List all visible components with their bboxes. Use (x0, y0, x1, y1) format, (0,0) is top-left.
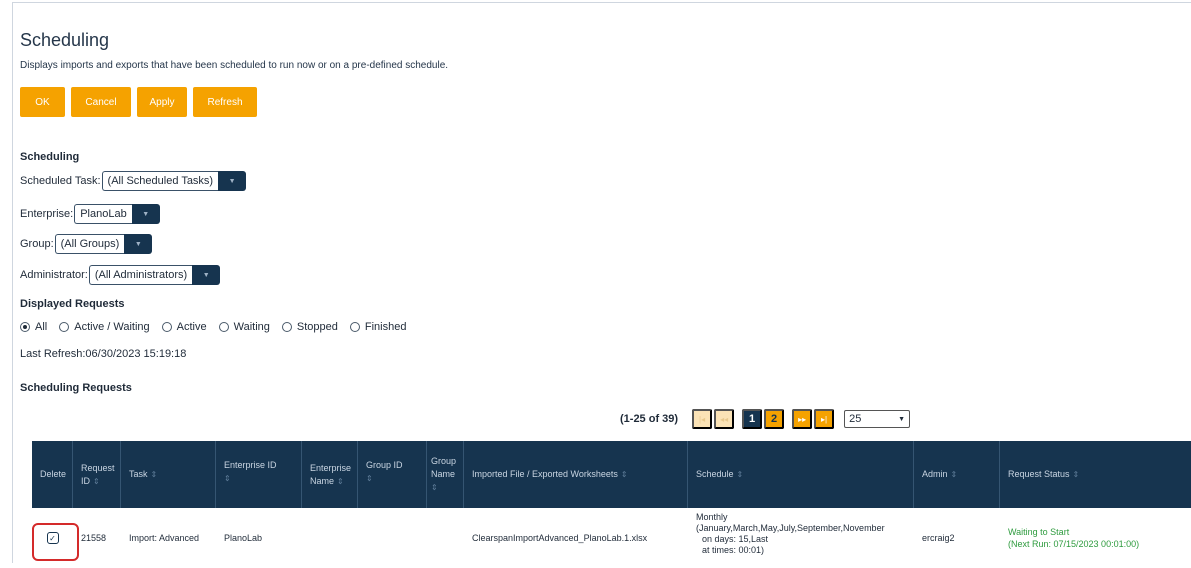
col-request-status[interactable]: Request Status ⇕ (1000, 441, 1191, 508)
scheduled-task-select[interactable]: (All Scheduled Tasks) ▼ (101, 171, 247, 191)
requests-table: Delete Request ID ⇕ Task ⇕ Enterprise ID ⇕ E… (32, 441, 1191, 568)
radio-icon[interactable] (218, 322, 229, 332)
scheduled-task-field: Scheduled Task: (All Scheduled Tasks) ▼ (20, 171, 247, 191)
first-page-button[interactable]: |◂ (692, 409, 713, 429)
chevron-down-icon: ▼ (898, 415, 906, 423)
col-enterprise-id[interactable]: Enterprise ID ⇕ (216, 441, 302, 508)
col-imported-file[interactable]: Imported File / Exported Worksheets ⇕ (464, 441, 688, 508)
table-header: Delete Request ID ⇕ Task ⇕ Enterprise ID ⇕ E… (32, 441, 1191, 508)
group-name-cell (427, 508, 464, 568)
enterprise-id-cell: PlanoLab (224, 533, 263, 543)
enterprise-field: Enterprise: PlanoLab ▼ (20, 204, 160, 224)
col-request-id[interactable]: Request ID ⇕ (73, 441, 121, 508)
sort-icon: ⇕ (150, 470, 158, 479)
chevron-down-icon[interactable]: ▼ (131, 204, 160, 224)
administrator-field: Administrator: (All Administrators) ▼ (20, 265, 221, 285)
page-size-select[interactable]: 25 ▼ (844, 410, 911, 428)
radio-icon[interactable] (59, 322, 70, 332)
record-count: (1-25 of 39) (620, 413, 679, 425)
task-cell: Import: Advanced (129, 533, 200, 543)
col-delete: Delete (32, 441, 73, 508)
radio-all[interactable]: All (20, 321, 47, 333)
sort-icon: ⇕ (950, 470, 958, 479)
page-title: Scheduling (20, 30, 110, 50)
request-id-cell: 21558 (81, 533, 107, 543)
admin-cell: ercraig2 (922, 533, 955, 543)
table-row[interactable]: ✓ 21558 Import: Advanced PlanoLab Clears… (32, 508, 1191, 568)
administrator-select[interactable]: (All Administrators) ▼ (88, 265, 221, 285)
chevron-down-icon[interactable]: ▼ (192, 265, 221, 285)
sort-icon: ⇕ (366, 474, 373, 483)
administrator-label: Administrator: (20, 269, 88, 281)
col-group-id[interactable]: Group ID ⇕ (358, 441, 427, 508)
enterprise-label: Enterprise: (20, 208, 74, 220)
radio-icon[interactable] (281, 322, 292, 332)
group-select[interactable]: (All Groups) ▼ (54, 234, 153, 254)
enterprise-select[interactable]: PlanoLab ▼ (74, 204, 160, 224)
enterprise-name-cell (302, 508, 358, 568)
last-refresh-text: Last Refresh:06/30/2023 15:19:18 (20, 348, 187, 360)
next-page-button[interactable]: ▸▸ (792, 409, 813, 429)
status-cell: Waiting to Start (Next Run: 07/15/2023 0… (1008, 527, 1140, 549)
radio-icon[interactable] (349, 322, 360, 332)
page-1-button[interactable]: 1 (742, 409, 763, 429)
apply-button[interactable]: Apply (137, 87, 187, 117)
sort-icon: ⇕ (224, 474, 231, 483)
last-page-button[interactable]: ▸| (814, 409, 835, 429)
col-schedule[interactable]: Schedule ⇕ (688, 441, 914, 508)
radio-selected-icon[interactable] (20, 322, 30, 332)
radio-stopped[interactable]: Stopped (281, 321, 338, 333)
page-description: Displays imports and exports that have b… (20, 60, 449, 71)
radio-active[interactable]: Active (161, 321, 207, 333)
radio-finished[interactable]: Finished (349, 321, 406, 333)
delete-checkbox-highlight (32, 523, 79, 561)
scheduling-heading: Scheduling (20, 151, 80, 163)
ok-button[interactable]: OK (20, 87, 65, 117)
displayed-requests-heading: Displayed Requests (20, 298, 125, 310)
schedule-cell: Monthly (January,March,May,July,Septembe… (696, 512, 885, 555)
page-size-value: 25 (849, 413, 862, 425)
scheduled-task-value: (All Scheduled Tasks) (101, 171, 219, 191)
group-label: Group: (20, 238, 54, 250)
group-value: (All Groups) (54, 234, 125, 254)
sort-icon: ⇕ (431, 483, 438, 492)
radio-icon[interactable] (161, 322, 172, 332)
action-toolbar: OK Cancel Apply Refresh (20, 87, 257, 117)
refresh-button[interactable]: Refresh (193, 87, 257, 117)
radio-active-waiting[interactable]: Active / Waiting (59, 321, 150, 333)
chevron-down-icon[interactable]: ▼ (218, 171, 247, 191)
sort-icon: ⇕ (1072, 470, 1080, 479)
col-group-name[interactable]: Group Name ⇕ (427, 441, 464, 508)
enterprise-value: PlanoLab (74, 204, 132, 224)
prev-page-button[interactable]: ◂◂ (714, 409, 735, 429)
pagination: (1-25 of 39) |◂ ◂◂ 1 2 ▸▸ ▸| 25 ▼ (620, 409, 911, 429)
group-field: Group: (All Groups) ▼ (20, 234, 153, 254)
scheduled-task-label: Scheduled Task: (20, 175, 101, 187)
sort-icon: ⇕ (620, 470, 628, 479)
page-2-button[interactable]: 2 (764, 409, 785, 429)
displayed-requests-radio-group: All Active / Waiting Active Waiting Stop… (20, 321, 418, 333)
group-id-cell (358, 508, 427, 568)
chevron-down-icon[interactable]: ▼ (124, 234, 153, 254)
radio-waiting[interactable]: Waiting (218, 321, 270, 333)
col-enterprise-name[interactable]: Enterprise Name ⇕ (302, 441, 358, 508)
col-admin[interactable]: Admin ⇕ (914, 441, 1000, 508)
scheduling-requests-heading: Scheduling Requests (20, 382, 132, 394)
administrator-value: (All Administrators) (88, 265, 193, 285)
file-cell: ClearspanImportAdvanced_PlanoLab.1.xlsx (472, 533, 648, 543)
sort-icon: ⇕ (736, 470, 744, 479)
cancel-button[interactable]: Cancel (71, 87, 131, 117)
sort-icon: ⇕ (337, 476, 344, 486)
col-task[interactable]: Task ⇕ (121, 441, 216, 508)
sort-icon: ⇕ (93, 476, 100, 486)
